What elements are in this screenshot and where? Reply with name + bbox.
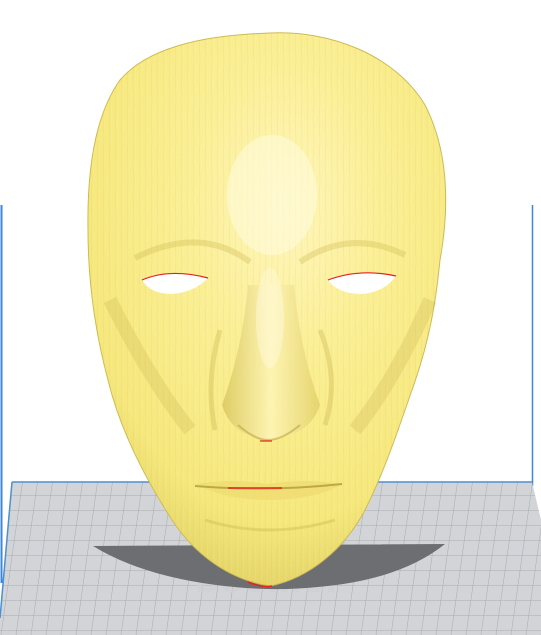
3d-viewport[interactable]: Boomer xyxy=(0,0,541,635)
scene[interactable]: Boomer xyxy=(0,0,541,635)
